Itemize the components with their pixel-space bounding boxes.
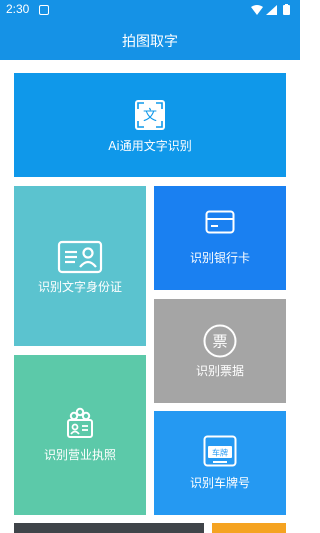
next-tile-dark[interactable] xyxy=(14,523,204,533)
battery-icon xyxy=(283,5,290,15)
id-card-icon xyxy=(57,240,103,274)
notification-icon xyxy=(39,5,49,15)
receipt-tile[interactable]: 票 识别票据 xyxy=(154,299,286,403)
business-license-tile[interactable]: 识别营业执照 xyxy=(14,355,146,515)
receipt-label: 识别票据 xyxy=(195,364,244,378)
svg-text:票: 票 xyxy=(212,333,227,351)
svg-text:文: 文 xyxy=(143,108,157,124)
id-card-label: 识别文字身份证 xyxy=(37,280,122,294)
receipt-icon: 票 xyxy=(203,324,237,358)
bank-card-tile[interactable]: 识别银行卡 xyxy=(154,186,286,290)
bank-card-label: 识别银行卡 xyxy=(189,251,250,265)
svg-text:车牌: 车牌 xyxy=(212,448,228,458)
page-title: 拍图取字 xyxy=(122,34,178,50)
license-plate-icon: 车牌 xyxy=(203,435,237,467)
status-icons xyxy=(251,4,290,15)
license-plate-label: 识别车牌号 xyxy=(189,476,250,490)
id-card-tile[interactable]: 识别文字身份证 xyxy=(14,186,146,346)
general-ocr-label: Ai通用文字识别 xyxy=(108,139,192,153)
wifi-icon xyxy=(251,5,263,15)
status-time: 2:30 xyxy=(6,2,30,16)
app-bar: 拍图取字 xyxy=(0,20,300,60)
license-plate-tile[interactable]: 车牌 识别车牌号 xyxy=(154,411,286,515)
text-recognition-icon: 文 xyxy=(135,100,165,130)
signal-icon xyxy=(266,5,277,15)
business-license-icon xyxy=(67,407,93,438)
next-tile-orange[interactable] xyxy=(212,523,286,533)
status-bar: 2:30 xyxy=(0,0,300,20)
bank-card-icon xyxy=(205,210,235,234)
business-license-label: 识别营业执照 xyxy=(43,448,116,462)
general-ocr-tile[interactable]: 文 Ai通用文字识别 xyxy=(14,73,286,177)
